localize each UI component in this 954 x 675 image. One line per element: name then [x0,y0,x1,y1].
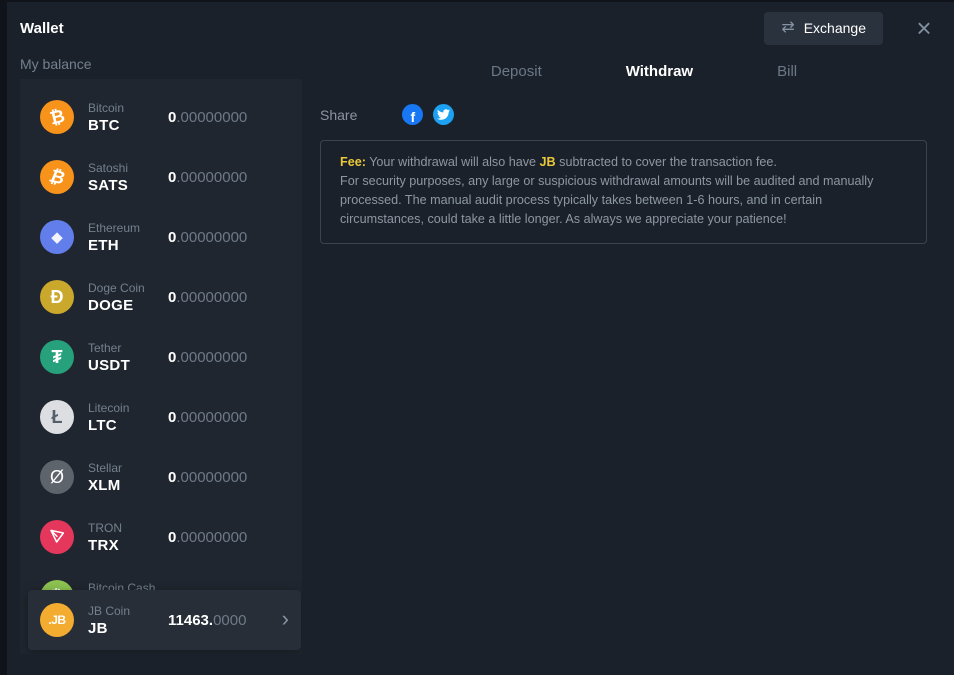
coin-symbol: ETH [88,237,168,254]
balance-sidebar: My balance ₿ Bitcoin BTC 0.00000000 ₿ Sa… [20,46,302,654]
usdt-coin-icon: ₮ [40,340,74,374]
tabs: Deposit Withdraw Bill [337,60,951,83]
fee-coin: JB [540,155,556,169]
coin-balance: 0.00000000 [168,409,247,426]
my-balance-label: My balance [20,56,302,72]
ltc-coin-icon: Ł [40,400,74,434]
coin-balance: 0.00000000 [168,109,247,126]
doge-coin-icon: Đ [40,280,74,314]
coin-name: Ethereum [88,221,168,235]
fee-notice-body: For security purposes, any large or susp… [340,172,907,229]
coin-panel: ₿ Bitcoin BTC 0.00000000 ₿ Satoshi SATS … [20,79,302,654]
xlm-coin-icon: Ø [40,460,74,494]
coin-symbol: SATS [88,177,168,194]
coin-name: Bitcoin [88,101,168,115]
coin-list-item[interactable]: Ł Litecoin LTC 0.00000000 [20,387,302,447]
wallet-modal: Wallet ⇄ Exchange × My balance ₿ Bitcoin… [7,2,954,675]
modal-header: Wallet ⇄ Exchange × [7,2,954,46]
eth-coin-icon: ◆ [40,220,74,254]
coin-symbol: XLM [88,477,168,494]
facebook-icon[interactable]: f [402,104,423,125]
modal-content: My balance ₿ Bitcoin BTC 0.00000000 ₿ Sa… [7,46,954,654]
coin-name: Stellar [88,461,168,475]
coin-list-item[interactable]: ₿ Satoshi SATS 0.00000000 [20,147,302,207]
page-title: Wallet [20,20,764,37]
coin-symbol: TRX [88,537,168,554]
jb-coin-icon: .JB [40,603,74,637]
coin-balance: 0.00000000 [168,469,247,486]
fee-label: Fee: [340,155,366,169]
coin-name: TRON [88,521,168,535]
exchange-button[interactable]: ⇄ Exchange [764,12,883,45]
coin-list-item[interactable]: ₮ Tether USDT 0.00000000 [20,327,302,387]
coin-symbol: BTC [88,117,168,134]
twitter-icon[interactable] [433,104,454,125]
coin-name: Satoshi [88,161,168,175]
share-label: Share [320,107,357,123]
chevron-right-icon: › [282,608,289,633]
coin-list-item[interactable]: Ø Stellar XLM 0.00000000 [20,447,302,507]
coin-list-item[interactable]: ₿ Bitcoin BTC 0.00000000 [20,87,302,147]
coin-list-item[interactable]: TRON TRX 0.00000000 [20,507,302,567]
close-icon[interactable]: × [914,15,934,41]
coin-symbol: DOGE [88,297,168,314]
coin-balance: 0.00000000 [168,289,247,306]
coin-balance: 11463.0000 [168,612,246,629]
tab-deposit[interactable]: Deposit [489,60,544,83]
coin-balance: 0.00000000 [168,349,247,366]
sats-coin-icon: ₿ [40,160,74,194]
coin-symbol: JB [88,620,168,637]
coin-list-item[interactable]: Đ Doge Coin DOGE 0.00000000 [20,267,302,327]
withdraw-pane: Deposit Withdraw Bill Share f Fee: Your wi… [320,46,934,244]
selected-coin-row-jb[interactable]: .JB JB Coin JB 11463.0000 › [28,590,301,650]
fee-notice-line1: Fee: Your withdrawal will also have JB s… [340,153,907,172]
btc-coin-icon: ₿ [40,100,74,134]
coin-balance: 0.00000000 [168,229,247,246]
coin-list-item[interactable]: ◆ Ethereum ETH 0.00000000 [20,207,302,267]
exchange-button-label: Exchange [804,20,866,36]
coin-balance: 0.00000000 [168,169,247,186]
tab-withdraw[interactable]: Withdraw [624,60,695,83]
coin-name: Doge Coin [88,281,168,295]
coin-name: Litecoin [88,401,168,415]
coin-balance: 0.00000000 [168,529,247,546]
coin-name: Tether [88,341,168,355]
tab-bill[interactable]: Bill [775,60,799,83]
coin-symbol: LTC [88,417,168,434]
share-row: Share f [320,104,934,125]
coin-name: JB Coin [88,604,168,618]
exchange-arrows-icon: ⇄ [781,20,794,36]
coin-symbol: USDT [88,357,168,374]
coin-list: ₿ Bitcoin BTC 0.00000000 ₿ Satoshi SATS … [20,87,302,627]
fee-notice: Fee: Your withdrawal will also have JB s… [320,140,927,244]
trx-coin-icon [40,520,74,554]
